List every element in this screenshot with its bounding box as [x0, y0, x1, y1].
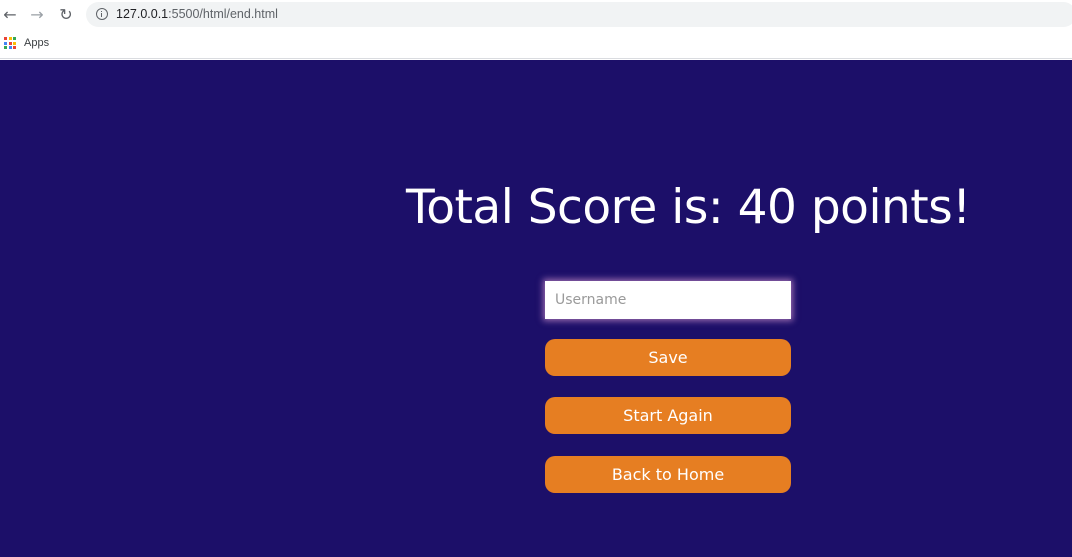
apps-bookmark[interactable]: Apps [24, 37, 49, 49]
reload-button[interactable]: ↻ [56, 5, 76, 25]
apps-grid-icon[interactable] [4, 37, 16, 49]
url-path: :5500/html/end.html [168, 7, 278, 21]
save-button[interactable]: Save [545, 339, 791, 376]
username-input[interactable] [545, 281, 791, 319]
info-icon[interactable] [96, 8, 108, 20]
start-again-button[interactable]: Start Again [545, 397, 791, 434]
score-heading: Total Score is: 40 points! [406, 180, 971, 235]
forward-button[interactable]: → [27, 5, 47, 25]
address-bar[interactable]: 127.0.0.1:5500/html/end.html [86, 2, 1072, 27]
end-page: Total Score is: 40 points! Save Start Ag… [0, 60, 1072, 557]
back-to-home-button[interactable]: Back to Home [545, 456, 791, 493]
back-button[interactable]: ← [0, 5, 20, 25]
url-text[interactable]: 127.0.0.1:5500/html/end.html [116, 7, 278, 21]
bookmarks-bar: Apps [0, 30, 1072, 59]
browser-toolbar: ← → ↻ 127.0.0.1:5500/html/end.html [0, 0, 1072, 30]
url-host: 127.0.0.1 [116, 7, 169, 21]
